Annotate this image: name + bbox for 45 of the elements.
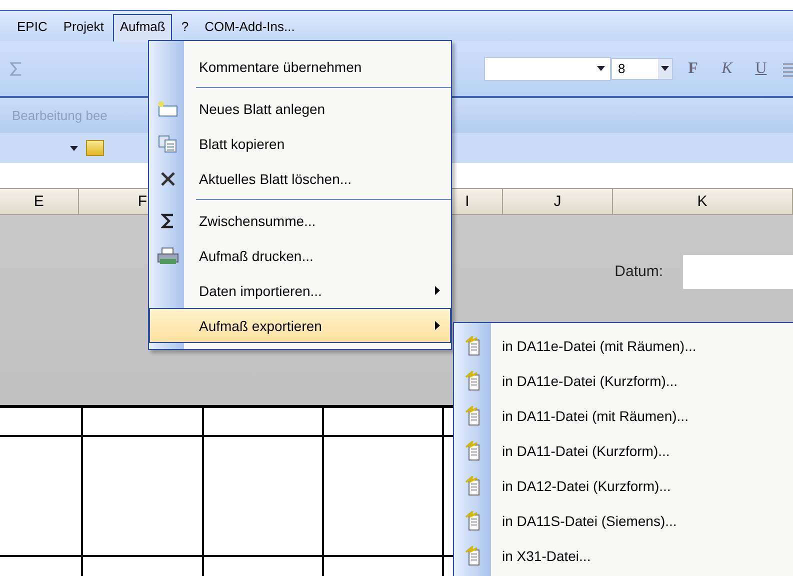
export-icon: [464, 476, 482, 496]
menu-item[interactable]: in DA11e-Datei (mit Räumen)...: [454, 328, 793, 363]
date-field[interactable]: [683, 255, 793, 289]
menu-item[interactable]: EPIC: [10, 14, 54, 38]
menu-item[interactable]: in DA11S-Datei (Siemens)...: [454, 503, 793, 538]
export-icon: [464, 336, 482, 356]
menu-item[interactable]: Kommentare übernehmen: [149, 49, 451, 84]
caret-icon[interactable]: [597, 66, 605, 71]
format-button[interactable]: K: [713, 58, 741, 80]
column-header[interactable]: K: [612, 189, 793, 214]
menu-item[interactable]: COM-Add-Ins...: [198, 14, 302, 38]
copy-icon: [158, 134, 178, 152]
fill-color-icon[interactable]: [86, 140, 104, 156]
menu-item[interactable]: ?: [174, 14, 196, 38]
menu-item[interactable]: Aufmaß: [112, 14, 172, 42]
column-header[interactable]: J: [503, 189, 613, 214]
column-header[interactable]: E: [0, 189, 79, 214]
format-button[interactable]: U: [747, 58, 775, 80]
menu-item[interactable]: in X31-Datei...: [454, 538, 793, 573]
date-label: Datum:: [614, 263, 663, 282]
font-size-field[interactable]: 8: [611, 58, 673, 80]
menu-item[interactable]: Neues Blatt anlegen: [149, 91, 451, 126]
menu-item[interactable]: Blatt kopieren: [149, 126, 451, 161]
caret-icon[interactable]: [70, 146, 78, 150]
menu-item[interactable]: in DA11e-Datei (Kurzform)...: [454, 363, 793, 398]
new-sheet-icon: [156, 100, 178, 118]
menu-item[interactable]: Aufmaß exportieren: [149, 308, 451, 343]
caret-icon[interactable]: [661, 66, 669, 71]
export-icon: [464, 546, 482, 566]
menu-item[interactable]: Daten importieren...: [149, 273, 451, 308]
sum-icon: [160, 212, 174, 228]
export-icon: [464, 510, 482, 530]
export-icon: [464, 370, 482, 390]
font-field[interactable]: [484, 56, 611, 80]
menu-item[interactable]: Projekt: [56, 14, 111, 38]
format-button[interactable]: F: [679, 58, 707, 80]
printer-icon: [156, 246, 178, 264]
align-icon[interactable]: [783, 60, 793, 76]
menu-item[interactable]: Aufmaß drucken...: [149, 238, 451, 273]
menu-item[interactable]: in DA12-Datei (Kurzform)...: [454, 468, 793, 503]
export-icon: [464, 406, 482, 426]
close-icon: [160, 170, 176, 186]
export-icon: [464, 440, 482, 460]
menu-item[interactable]: in DA11-Datei (Kurzform)...: [454, 433, 793, 468]
menu-item[interactable]: in DA11-Datei (mit Räumen)...: [454, 398, 793, 433]
